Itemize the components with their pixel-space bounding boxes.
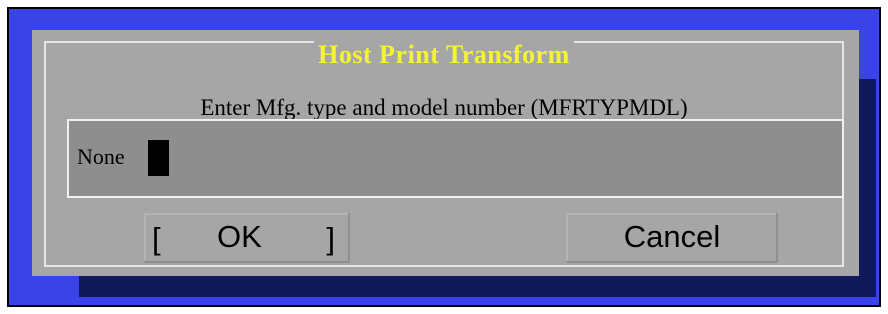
ok-left-bracket: [ (152, 221, 161, 256)
ok-right-bracket: ] (326, 221, 335, 256)
input-value: None (77, 144, 125, 169)
dialog-title: Host Print Transform (314, 41, 574, 69)
text-cursor (148, 140, 169, 176)
mfr-type-model-input[interactable]: None (67, 119, 844, 198)
dialog-title-bar: Host Print Transform (46, 41, 842, 73)
input-background (69, 121, 842, 196)
cancel-button[interactable]: Cancel (566, 213, 778, 263)
host-print-transform-dialog: Host Print Transform Enter Mfg. type and… (32, 30, 859, 276)
screen-background: Host Print Transform Enter Mfg. type and… (7, 7, 881, 307)
cancel-button-label: Cancel (623, 219, 721, 254)
ok-button-label: OK (217, 219, 262, 254)
ok-button[interactable]: [ OK ] (144, 213, 350, 263)
field-prompt: Enter Mfg. type and model number (MFRTYP… (200, 95, 688, 120)
